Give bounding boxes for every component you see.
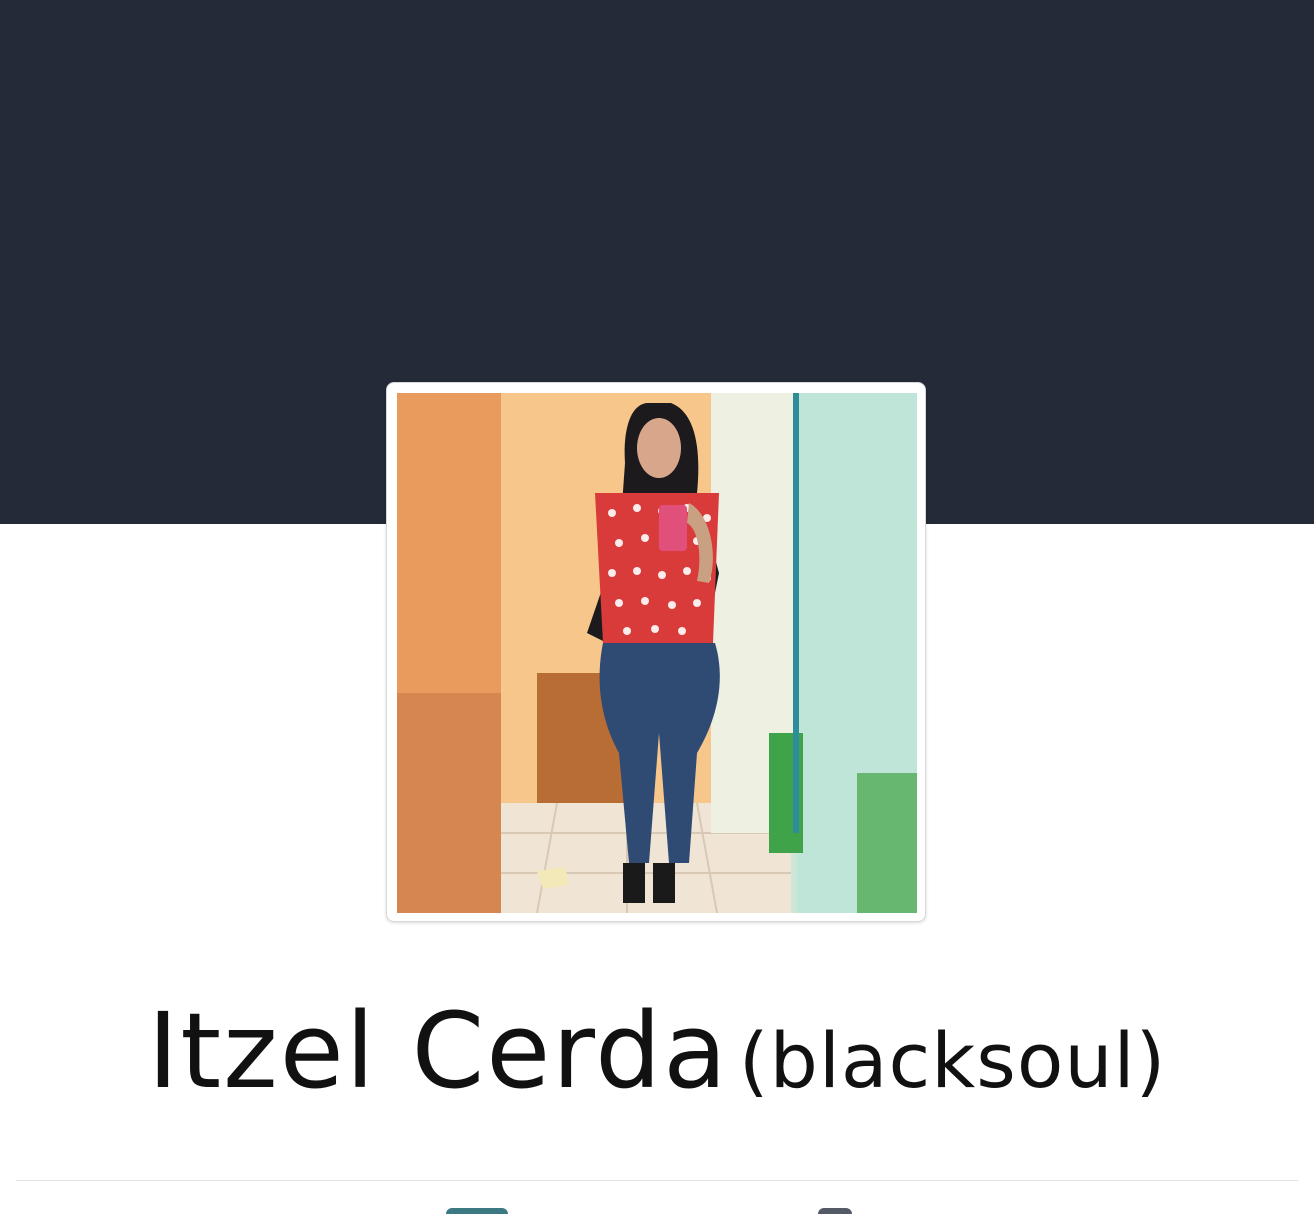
profile-alternate-name: (blacksoul) [738,1016,1167,1105]
profile-name-heading: Itzel Cerda (blacksoul) [0,990,1314,1112]
profile-name: Itzel Cerda [147,990,729,1112]
profile-picture[interactable] [386,382,926,922]
tab-icon[interactable] [818,1208,852,1214]
profile-photo-image [397,393,917,913]
tab-icon[interactable] [446,1208,508,1214]
header-divider [16,1180,1298,1181]
